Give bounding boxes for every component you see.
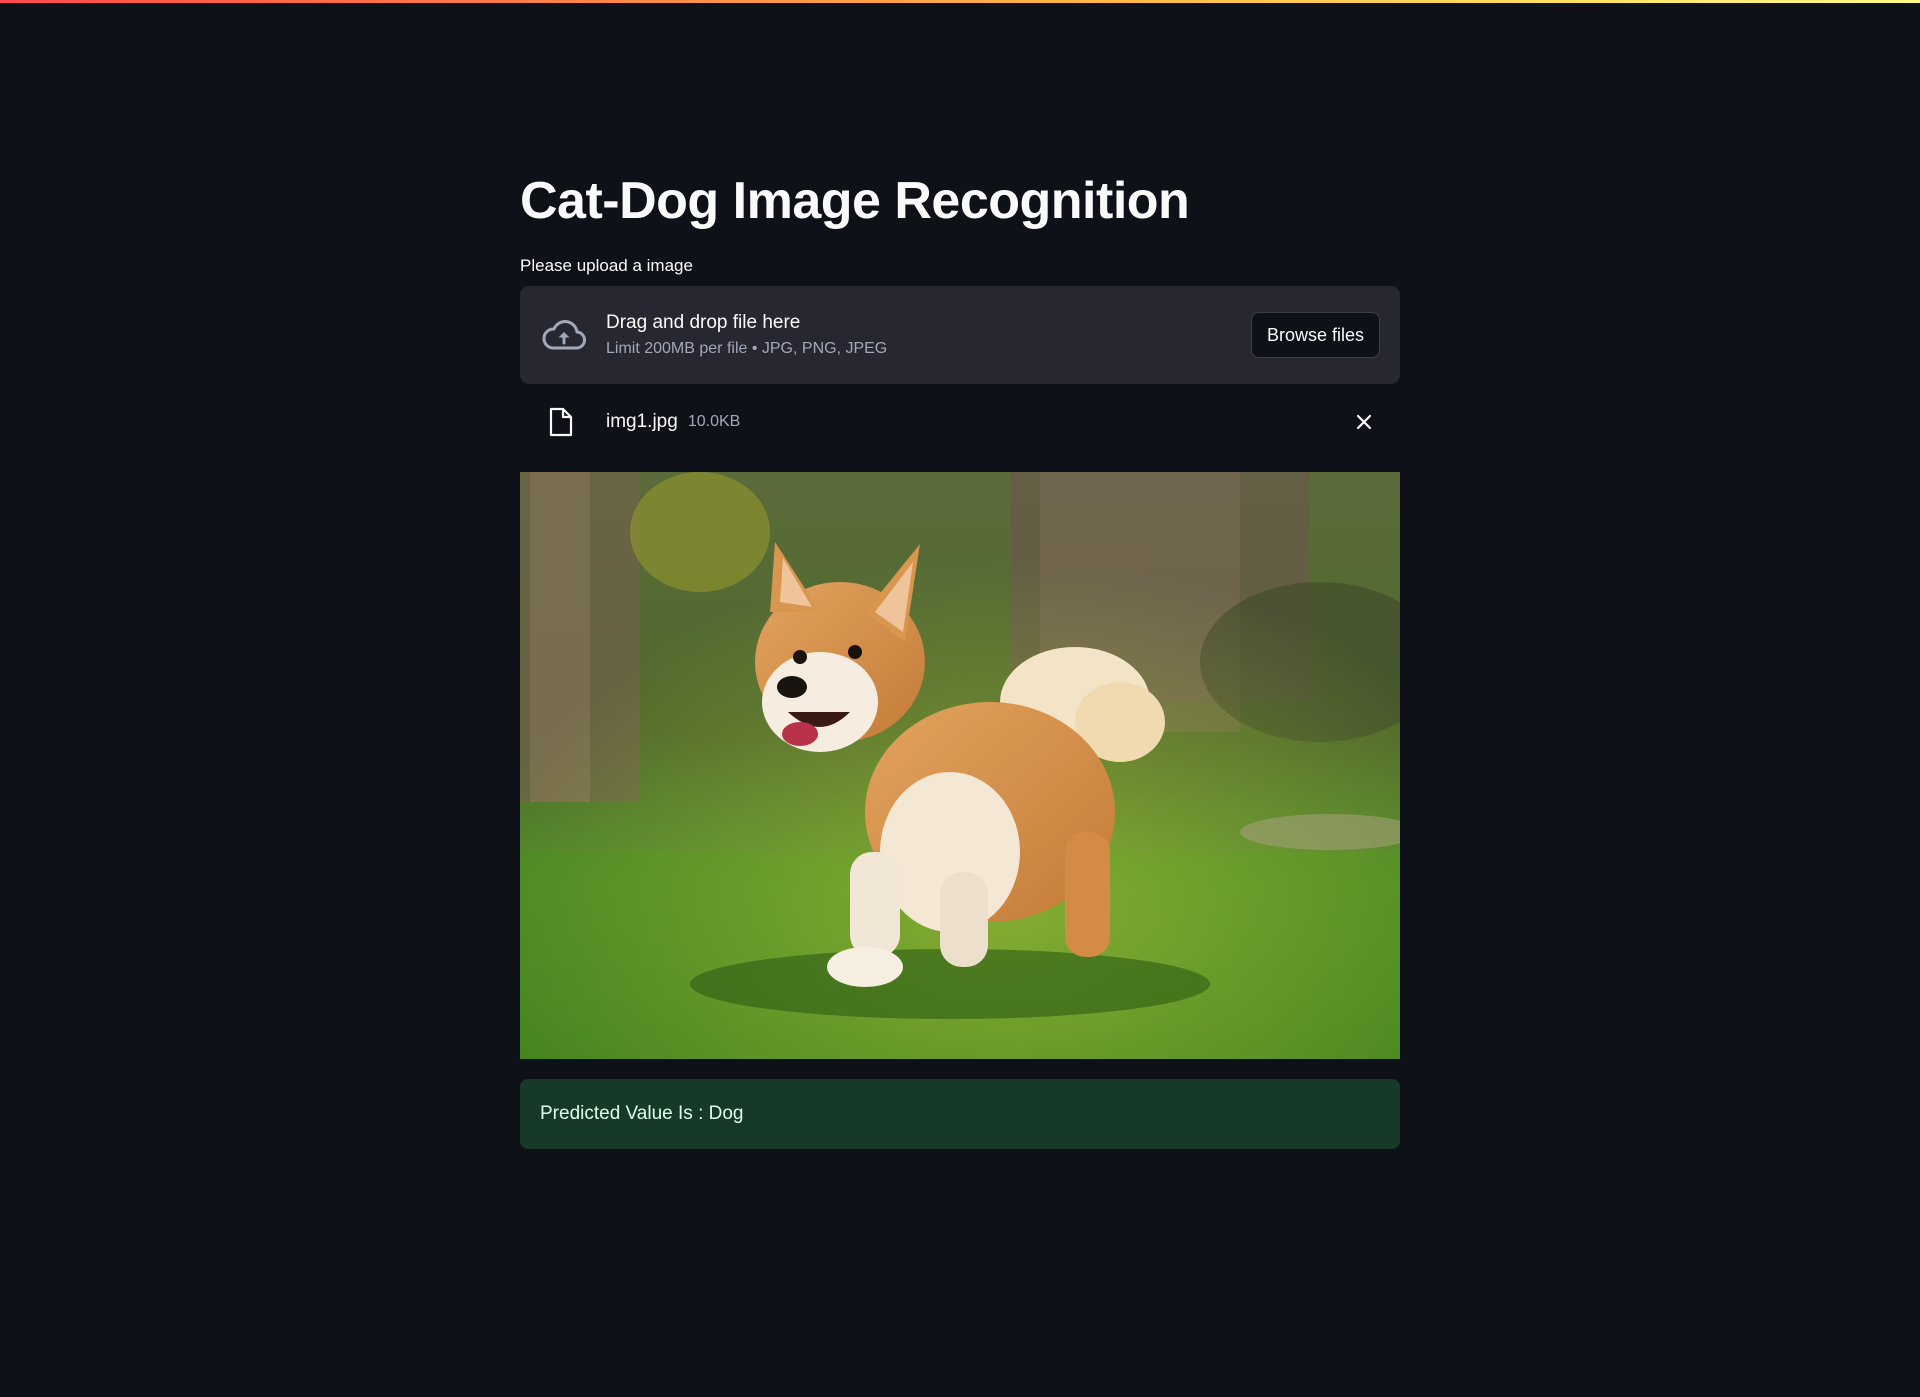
top-decoration-bar [0,0,1920,3]
browse-files-button[interactable]: Browse files [1250,312,1380,359]
file-dropzone[interactable]: Drag and drop file here Limit 200MB per … [520,286,1400,385]
uploaded-file-size: 10.0KB [687,413,741,431]
uploader-label: Please upload a image [520,256,693,276]
prediction-result-text: Predicted Value Is : Dog [540,1103,744,1125]
file-icon [540,405,582,439]
cloud-upload-icon [540,315,588,355]
uploaded-file-name: img1.jpg [606,411,678,433]
main-container: Cat-Dog Image Recognition Please upload … [520,150,1400,1150]
dropzone-text: Drag and drop file here Limit 200MB per … [606,312,1251,358]
dropzone-limit: Limit 200MB per file • JPG, PNG, JPEG [606,340,888,358]
uploaded-file-row: img1.jpg 10.0KB [520,384,1400,460]
close-icon[interactable] [1348,406,1380,438]
prediction-result-box: Predicted Value Is : Dog [520,1079,1400,1150]
dropzone-instruction: Drag and drop file here [606,312,801,334]
page-title: Cat-Dog Image Recognition [520,172,1190,230]
uploaded-image [520,472,1400,1060]
